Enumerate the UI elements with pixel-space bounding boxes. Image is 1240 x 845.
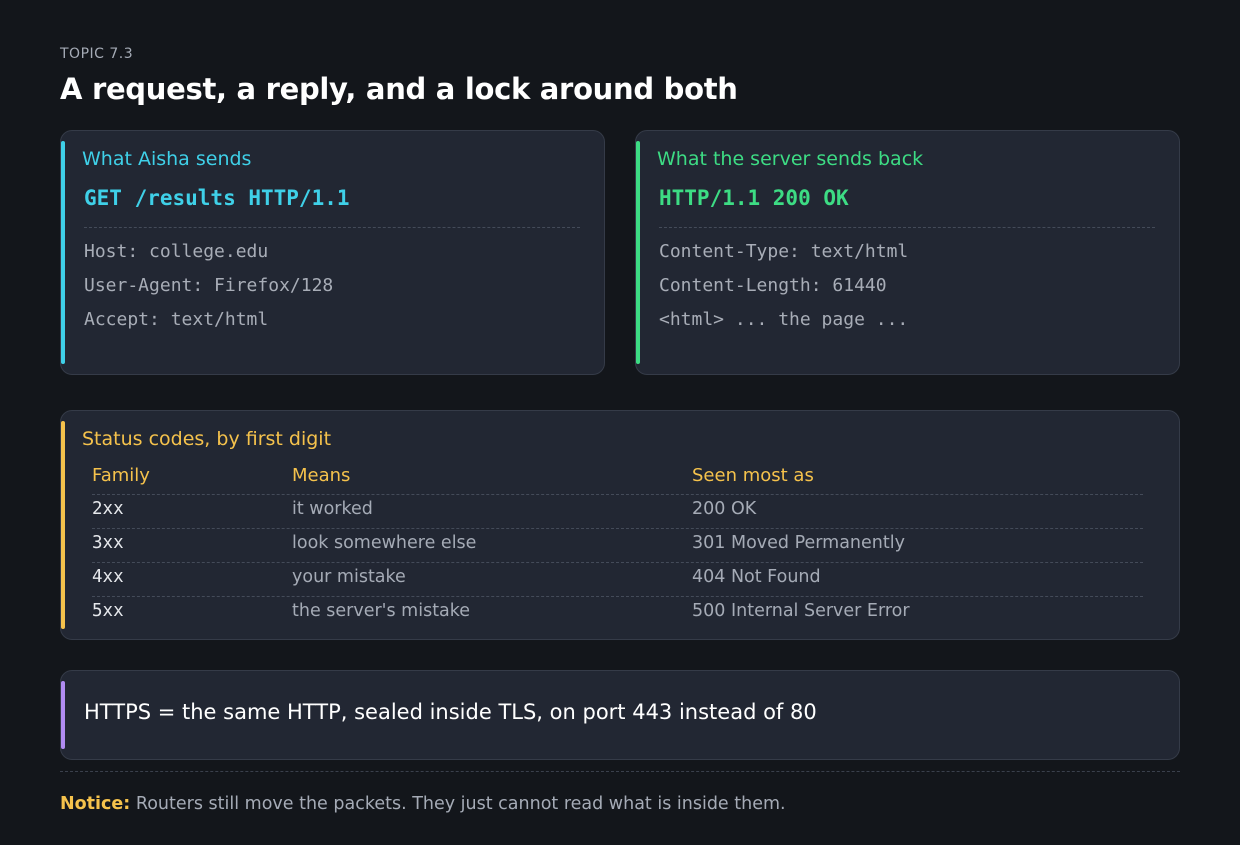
table-row: 5xx the server's mistake 500 Internal Se… [92, 597, 1143, 631]
request-headers: Host: college.edu User-Agent: Firefox/12… [84, 238, 333, 340]
family-cell: 2xx [92, 499, 124, 519]
notice-text: Routers still move the packets. They jus… [130, 794, 786, 814]
means-cell: look somewhere else [292, 533, 477, 553]
topic-label: TOPIC 7.3 [60, 46, 134, 62]
example-cell: 301 Moved Permanently [692, 533, 905, 553]
family-cell: 5xx [92, 601, 124, 621]
https-card: HTTPS = the same HTTP, sealed inside TLS… [60, 670, 1180, 760]
notice: Notice: Routers still move the packets. … [60, 794, 786, 814]
column-header-seen-most-as: Seen most as [692, 465, 814, 486]
response-header-content-type: Content-Type: text/html [659, 241, 909, 262]
request-header-host: Host: college.edu [84, 241, 269, 262]
status-table: Family Means Seen most as 2xx it worked … [92, 461, 1143, 631]
status-codes-card: Status codes, by first digit Family Mean… [60, 410, 1180, 640]
response-card: What the server sends back HTTP/1.1 200 … [635, 130, 1180, 375]
example-cell: 200 OK [692, 499, 757, 519]
https-note: HTTPS = the same HTTP, sealed inside TLS… [84, 700, 817, 724]
means-cell: the server's mistake [292, 601, 471, 621]
response-label: What the server sends back [657, 148, 924, 170]
response-headers: Content-Type: text/html Content-Length: … [659, 238, 908, 340]
means-cell: your mistake [292, 567, 406, 587]
column-header-means: Means [292, 465, 351, 486]
https-accent-bar [61, 681, 65, 749]
family-cell: 4xx [92, 567, 124, 587]
footer-divider [60, 771, 1180, 772]
response-header-content-length: Content-Length: 61440 [659, 275, 887, 296]
response-body-preview: <html> ... the page ... [659, 309, 909, 330]
response-divider [659, 227, 1155, 228]
status-accent-bar [61, 421, 65, 629]
means-cell: it worked [292, 499, 373, 519]
example-cell: 404 Not Found [692, 567, 821, 587]
response-accent-bar [636, 141, 640, 364]
status-label: Status codes, by first digit [82, 428, 332, 450]
request-divider [84, 227, 580, 228]
request-header-accept: Accept: text/html [84, 309, 269, 330]
notice-label: Notice: [60, 794, 131, 814]
table-row: 2xx it worked 200 OK [92, 495, 1143, 529]
request-label: What Aisha sends [82, 148, 252, 170]
example-cell: 500 Internal Server Error [692, 601, 910, 621]
page-title: A request, a reply, and a lock around bo… [60, 72, 738, 106]
status-table-header: Family Means Seen most as [92, 461, 1143, 495]
family-cell: 3xx [92, 533, 124, 553]
column-header-family: Family [92, 465, 150, 486]
request-header-user-agent: User-Agent: Firefox/128 [84, 275, 334, 296]
table-row: 3xx look somewhere else 301 Moved Perman… [92, 529, 1143, 563]
table-row: 4xx your mistake 404 Not Found [92, 563, 1143, 597]
response-status-line: HTTP/1.1 200 OK [659, 186, 849, 210]
request-accent-bar [61, 141, 65, 364]
request-card: What Aisha sends GET /results HTTP/1.1 H… [60, 130, 605, 375]
request-line: GET /results HTTP/1.1 [84, 186, 350, 210]
